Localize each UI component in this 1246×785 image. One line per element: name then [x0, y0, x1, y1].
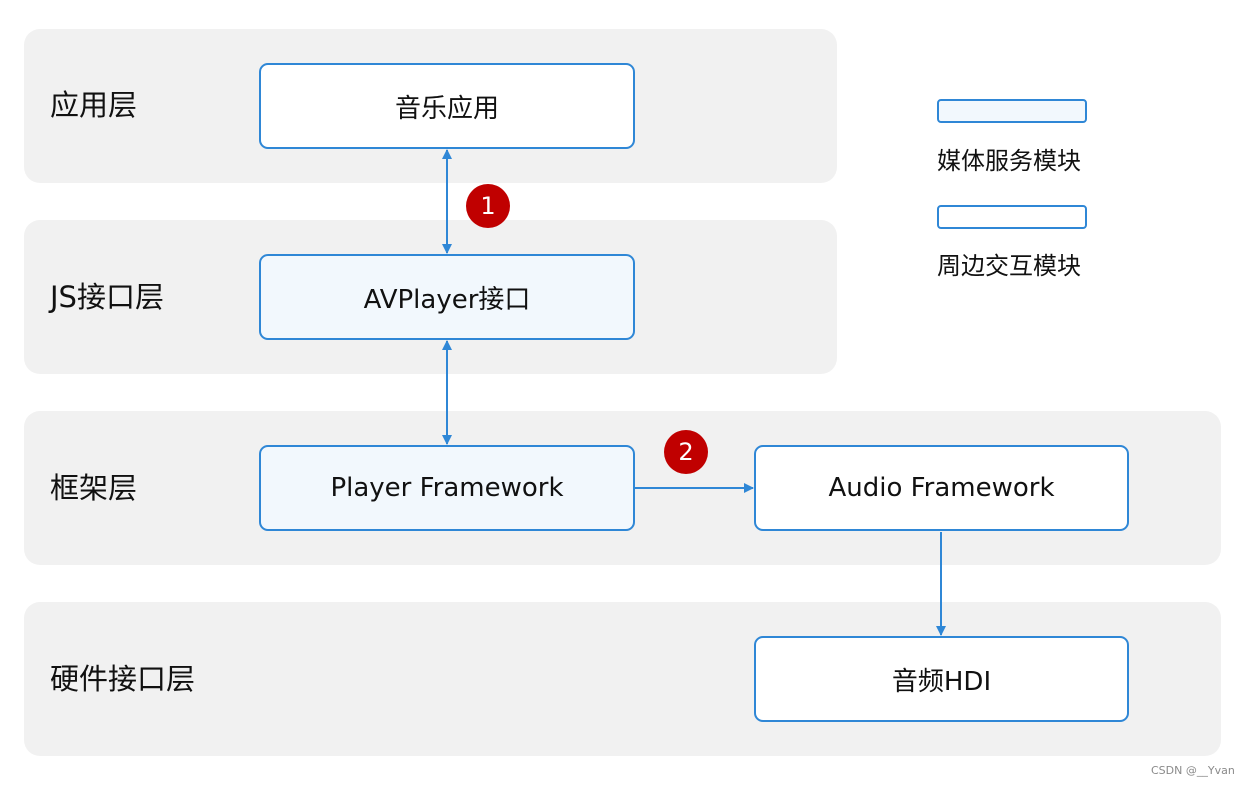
- module-label: Player Framework: [330, 473, 564, 503]
- module-audio-hdi: 音频HDI: [754, 636, 1129, 722]
- module-label: AVPlayer接口: [363, 284, 531, 315]
- watermark: CSDN @__Yvan: [1151, 764, 1235, 777]
- module-label: 音频HDI: [891, 666, 992, 697]
- module-player-framework: Player Framework: [259, 445, 635, 531]
- layer-label-app: 应用层: [50, 88, 138, 122]
- legend-label-peripheral: 周边交互模块: [937, 252, 1081, 280]
- layer-label-framework: 框架层: [50, 471, 138, 505]
- layer-label-hardware: 硬件接口层: [50, 662, 196, 696]
- legend-swatch-peripheral: [937, 205, 1087, 229]
- module-music-app: 音乐应用: [259, 63, 635, 149]
- module-label: Audio Framework: [828, 473, 1055, 503]
- layer-label-js: JS接口层: [50, 280, 164, 314]
- step-badge-2: 2: [664, 430, 708, 474]
- legend-swatch-service: [937, 99, 1087, 123]
- legend-label-service: 媒体服务模块: [937, 147, 1081, 175]
- module-label: 音乐应用: [394, 93, 499, 124]
- step-badge-1: 1: [466, 184, 510, 228]
- module-avplayer-interface: AVPlayer接口: [259, 254, 635, 340]
- module-audio-framework: Audio Framework: [754, 445, 1129, 531]
